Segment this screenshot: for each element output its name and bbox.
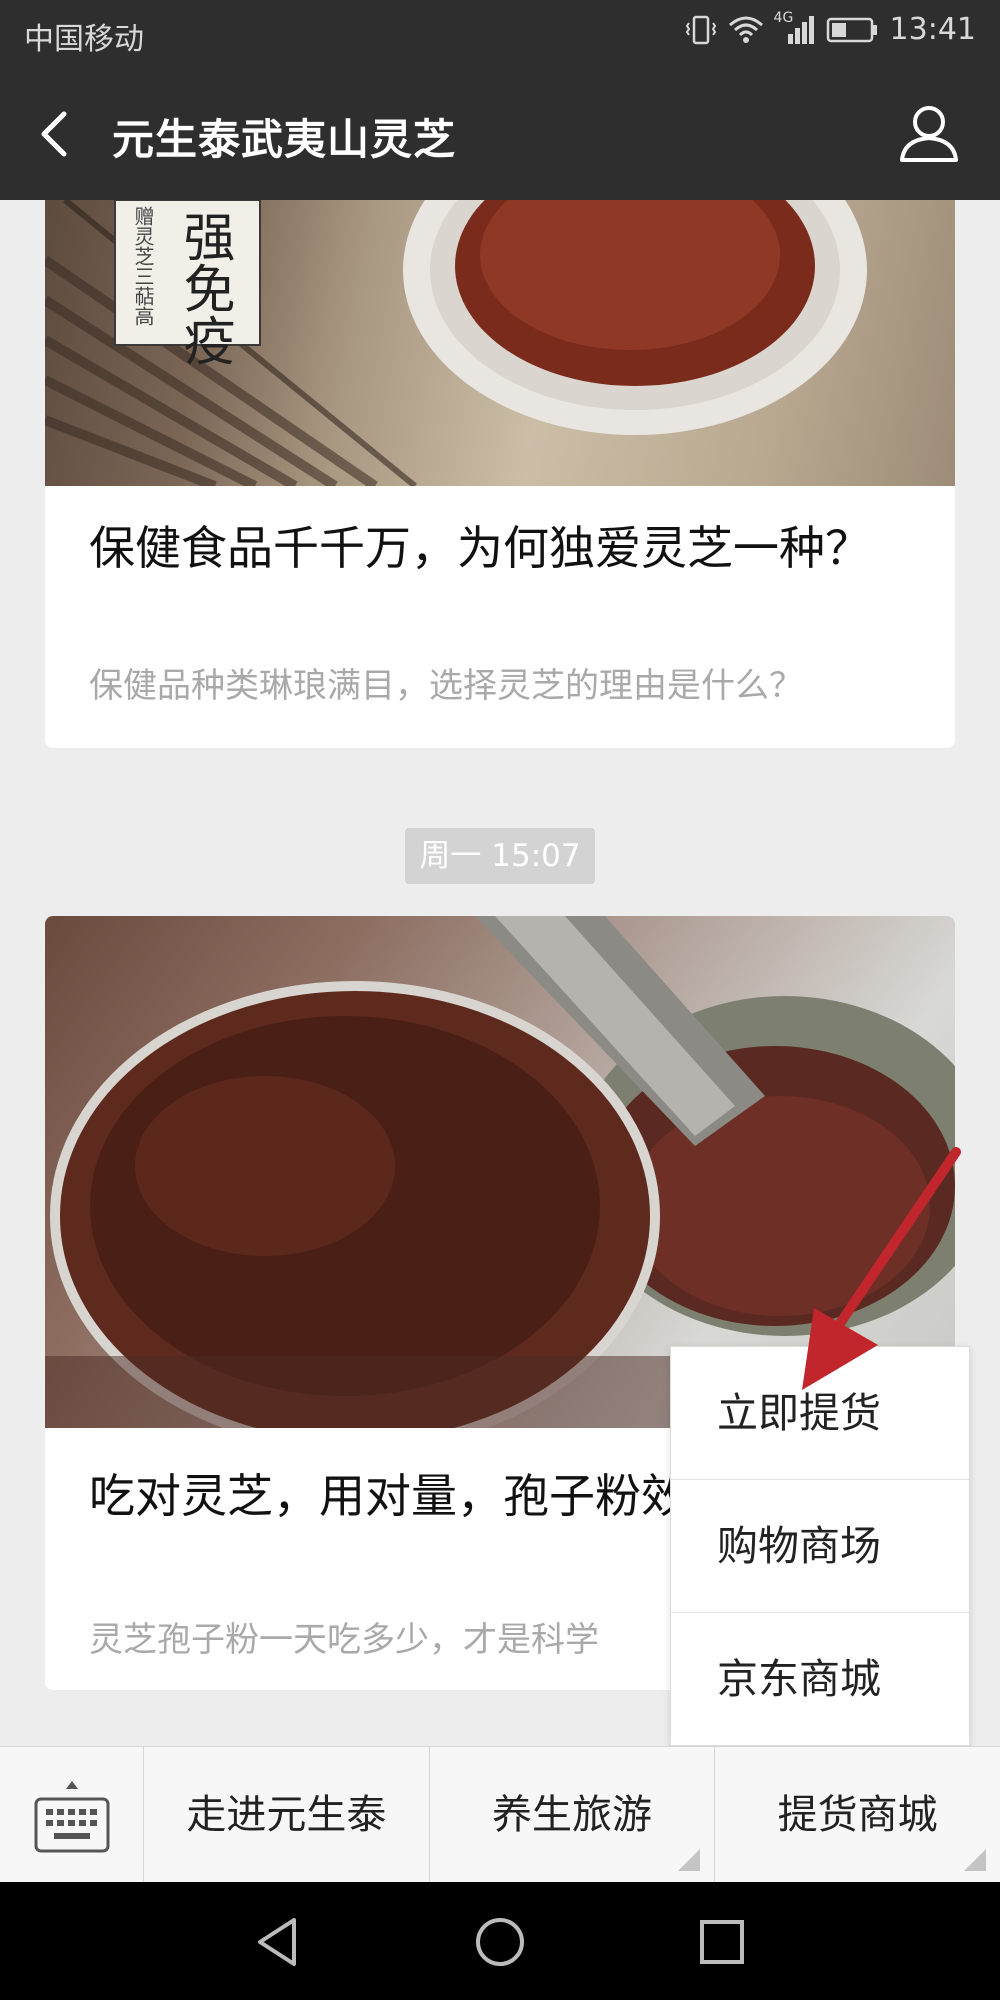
nav-recents-button[interactable]	[692, 1912, 752, 1972]
system-navigation-bar	[0, 1882, 1000, 2000]
message-timestamp: 周一 15:07	[405, 828, 595, 884]
nav-home-button[interactable]	[470, 1912, 530, 1972]
article-summary: 保健品种类琳琅满目，选择灵芝的理由是什么？	[89, 666, 803, 706]
carrier-name: 中国移动	[24, 22, 144, 57]
back-button[interactable]	[28, 104, 88, 164]
menu-item-about[interactable]: 走进元生泰	[144, 1747, 430, 1883]
chat-header: 元生泰武夷山灵芝	[0, 68, 1000, 200]
recents-square-icon	[700, 1920, 744, 1964]
signal-icon: 4G	[774, 10, 816, 46]
back-triangle-icon	[258, 1918, 296, 1966]
official-account-menu-bar: 走进元生泰 养生旅游 提货商城	[0, 1746, 1000, 1883]
keyboard-icon	[34, 1781, 110, 1853]
status-bar: 中国移动 4G 13:41	[0, 0, 1000, 68]
submenu-indicator-icon	[964, 1849, 987, 1871]
article-cover-image: 强免疫 赠灵芝三萜高	[45, 200, 955, 486]
cover-side-caption: 赠灵芝三萜高	[131, 206, 155, 326]
submenu-indicator-icon	[678, 1849, 701, 1871]
submenu-item-jd-mall[interactable]: 京东商城	[671, 1613, 969, 1746]
user-icon	[900, 106, 958, 162]
menu-item-wellness-travel[interactable]: 养生旅游	[430, 1747, 716, 1883]
menu-item-label: 提货商城	[777, 1792, 938, 1838]
menu-item-pickup-mall[interactable]: 提货商城	[715, 1747, 1000, 1883]
keyboard-toggle-button[interactable]	[0, 1747, 144, 1883]
profile-button[interactable]	[896, 100, 962, 166]
submenu-popup: 立即提货 购物商场 京东商城	[670, 1346, 970, 1746]
battery-icon	[826, 17, 877, 42]
menu-item-label: 走进元生泰	[186, 1792, 387, 1838]
back-arrow-icon	[41, 111, 67, 157]
submenu-item-pickup[interactable]: 立即提货	[671, 1347, 969, 1480]
clock: 13:41	[889, 12, 976, 47]
vibrate-icon	[685, 15, 716, 44]
page-title: 元生泰武夷山灵芝	[112, 115, 457, 164]
article-summary: 灵芝孢子粉一天吃多少，才是科学	[89, 1620, 599, 1660]
cover-caption: 强免疫	[174, 210, 234, 366]
nav-back-button[interactable]	[248, 1912, 308, 1972]
menu-item-label: 养生旅游	[492, 1792, 652, 1838]
submenu-item-shopping-mall[interactable]: 购物商场	[671, 1480, 969, 1613]
article-title: 保健食品千千万，为何独爱灵芝一种？	[89, 521, 871, 575]
home-circle-icon	[476, 1918, 524, 1966]
wifi-icon	[728, 16, 763, 43]
article-card[interactable]: 强免疫 赠灵芝三萜高 保健食品千千万，为何独爱灵芝一种？ 保健品种类琳琅满目，选…	[45, 200, 955, 748]
status-icons: 4G 13:41	[684, 10, 976, 47]
